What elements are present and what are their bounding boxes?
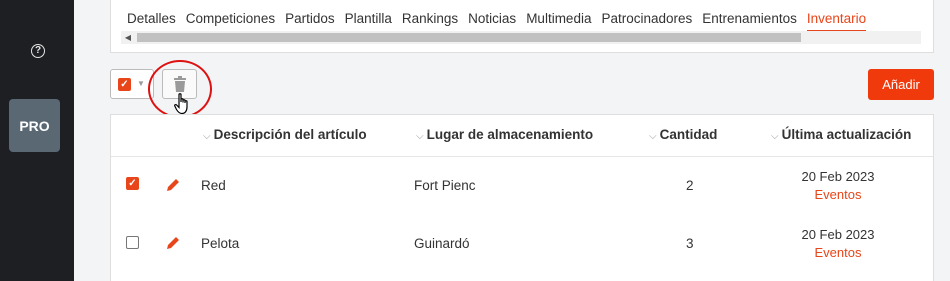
caret-down-icon[interactable]: ▼ bbox=[137, 79, 145, 88]
item-date: 20 Feb 2023 bbox=[801, 227, 875, 242]
select-all-checkbox[interactable]: ✓ bbox=[118, 78, 131, 91]
table-row: Pelota Guinardó 3 20 Feb 2023 Eventos bbox=[111, 215, 933, 273]
tab-competiciones[interactable]: Competiciones bbox=[186, 11, 275, 32]
table-row: ✓ Red Fort Pienc 2 20 Feb 2023 Eventos bbox=[111, 157, 933, 215]
pro-badge[interactable]: PRO bbox=[9, 99, 60, 152]
question-circle-icon[interactable]: ? bbox=[31, 44, 45, 58]
item-description: Red bbox=[201, 178, 226, 193]
tab-inventario[interactable]: Inventario bbox=[806, 11, 867, 32]
column-header-updated[interactable]: ⌵ Última actualización bbox=[771, 127, 911, 142]
tab-detalles[interactable]: Detalles bbox=[127, 11, 176, 32]
row-checkbox[interactable]: ✓ bbox=[126, 177, 139, 190]
events-link[interactable]: Eventos bbox=[778, 186, 898, 204]
scrollbar-thumb[interactable] bbox=[137, 33, 801, 42]
column-header-description[interactable]: ⌵ Descripción del artículo bbox=[203, 127, 367, 142]
item-updated: 20 Feb 2023 Eventos bbox=[778, 226, 898, 262]
column-header-quantity[interactable]: ⌵ Cantidad bbox=[649, 127, 717, 142]
item-quantity: 3 bbox=[686, 236, 694, 251]
pencil-icon[interactable] bbox=[166, 236, 180, 250]
hand-cursor-icon bbox=[174, 93, 188, 115]
tab-partidos[interactable]: Partidos bbox=[285, 11, 335, 32]
scroll-left-icon[interactable]: ◀ bbox=[121, 31, 135, 44]
tab-entrenamientos[interactable]: Entrenamientos bbox=[702, 11, 797, 32]
tabs-scrollbar[interactable]: ◀ bbox=[121, 31, 921, 44]
tabs-card: Detalles Competiciones Partidos Plantill… bbox=[110, 0, 934, 53]
sort-icon[interactable]: ⌵ bbox=[649, 131, 657, 142]
sort-icon[interactable]: ⌵ bbox=[771, 131, 779, 142]
sort-icon[interactable]: ⌵ bbox=[203, 131, 211, 142]
tab-multimedia[interactable]: Multimedia bbox=[526, 11, 591, 32]
pencil-icon[interactable] bbox=[166, 178, 180, 192]
trash-icon bbox=[174, 76, 186, 92]
events-link[interactable]: Eventos bbox=[778, 244, 898, 262]
tab-noticias[interactable]: Noticias bbox=[468, 11, 516, 32]
column-header-location[interactable]: ⌵ Lugar de almacenamiento bbox=[416, 127, 593, 142]
item-date: 20 Feb 2023 bbox=[801, 169, 875, 184]
sidebar: ? PRO bbox=[0, 0, 74, 281]
item-quantity: 2 bbox=[686, 178, 694, 193]
item-description: Pelota bbox=[201, 236, 240, 251]
inventory-table: ⌵ Descripción del artículo ⌵ Lugar de alma… bbox=[110, 114, 934, 281]
sort-icon[interactable]: ⌵ bbox=[416, 131, 424, 142]
select-all-dropdown[interactable]: ✓ ▼ bbox=[110, 69, 154, 99]
row-checkbox[interactable] bbox=[126, 236, 139, 249]
table-header: ⌵ Descripción del artículo ⌵ Lugar de alma… bbox=[111, 115, 933, 157]
tab-patrocinadores[interactable]: Patrocinadores bbox=[601, 11, 692, 32]
tab-plantilla[interactable]: Plantilla bbox=[345, 11, 392, 32]
tab-bar: Detalles Competiciones Partidos Plantill… bbox=[127, 11, 876, 32]
add-button[interactable]: Añadir bbox=[868, 69, 934, 100]
item-location: Fort Pienc bbox=[414, 178, 476, 193]
item-updated: 20 Feb 2023 Eventos bbox=[778, 168, 898, 204]
tab-rankings[interactable]: Rankings bbox=[402, 11, 458, 32]
item-location: Guinardó bbox=[414, 236, 470, 251]
